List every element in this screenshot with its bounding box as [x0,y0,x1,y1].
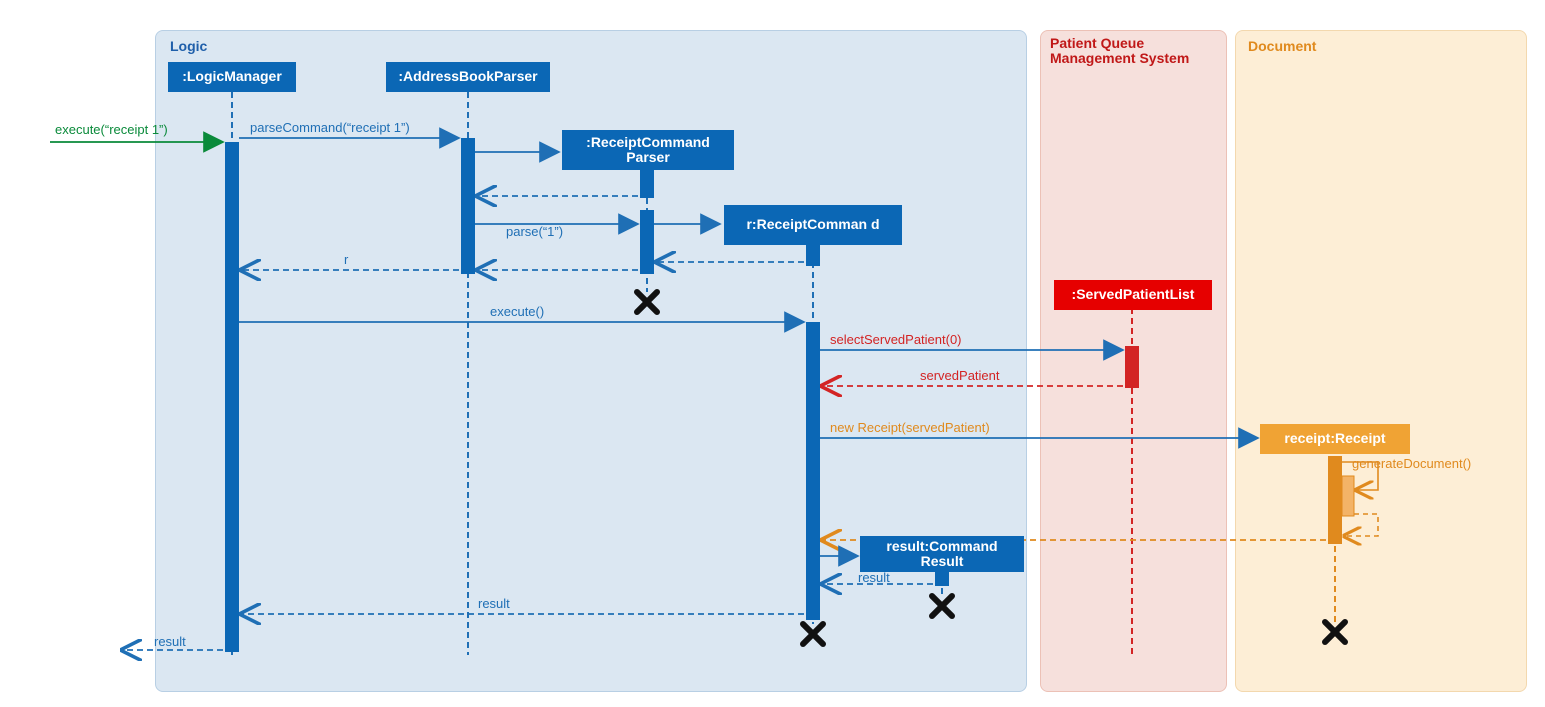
lifeline-address-book-parser: :AddressBookParser [386,62,550,92]
msg-result-3: result [154,634,186,649]
msg-execute-receipt: execute(“receipt 1”) [55,122,168,137]
msg-parse-command: parseCommand(“receipt 1”) [250,120,410,135]
lifeline-receipt-command-parser: :ReceiptCommand Parser [562,130,734,170]
lifeline-served-patient-list: :ServedPatientList [1054,280,1212,310]
lifeline-receipt: receipt:Receipt [1260,424,1410,454]
lifeline-logic-manager: :LogicManager [168,62,296,92]
msg-generate-document: generateDocument() [1352,456,1471,471]
diagram-svg [0,0,1545,707]
msg-parse: parse(“1”) [506,224,563,239]
msg-return-r: r [344,252,348,267]
msg-select-served-patient: selectServedPatient(0) [830,332,962,347]
sequence-diagram: Logic Patient Queue Management System Do… [0,0,1545,707]
msg-result-1: result [858,570,890,585]
msg-result-2: result [478,596,510,611]
lifeline-command-result: result:Command Result [860,536,1024,572]
lifeline-receipt-command: r:ReceiptComman d [724,205,902,245]
msg-served-patient: servedPatient [920,368,1000,383]
msg-execute: execute() [490,304,544,319]
msg-new-receipt: new Receipt(servedPatient) [830,420,990,435]
